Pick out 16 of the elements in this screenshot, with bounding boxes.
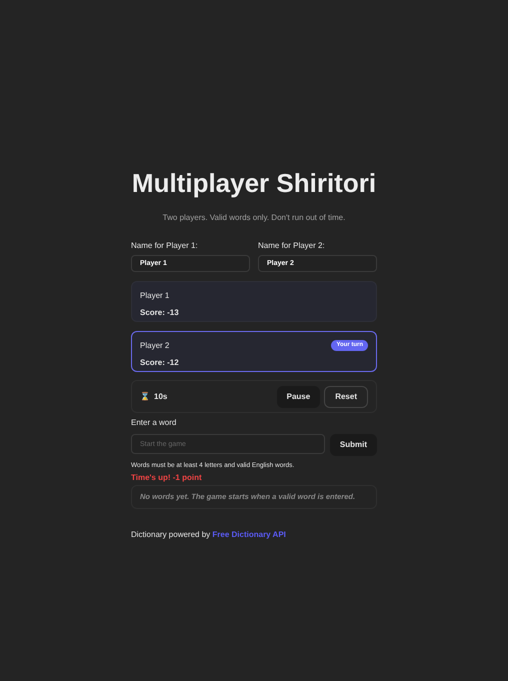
field-label: Name for Player 1: [131, 240, 199, 252]
timer-value: 10s [154, 390, 168, 402]
player-name: Player 1 [140, 290, 170, 302]
subtitle: Two players. Valid words only. Don't run out of time. [162, 212, 346, 224]
player-name: Player 2 [140, 340, 170, 352]
field-label: Name for Player 2: [258, 240, 326, 252]
reset-button[interactable]: Reset [324, 386, 368, 408]
player-score: Score: -12 [140, 357, 180, 369]
player-score: Score: -13 [140, 307, 180, 319]
page-title: Multiplayer Shiritori [130, 167, 378, 200]
error-message: Time's up! -1 point [131, 472, 203, 484]
hourglass-icon: ⌛ [140, 390, 150, 402]
submit-button[interactable]: Submit [330, 434, 377, 456]
pause-button[interactable]: Pause [276, 386, 320, 408]
footer-text: Dictionary powered by [131, 530, 210, 539]
input-label: Enter a word [131, 417, 178, 429]
